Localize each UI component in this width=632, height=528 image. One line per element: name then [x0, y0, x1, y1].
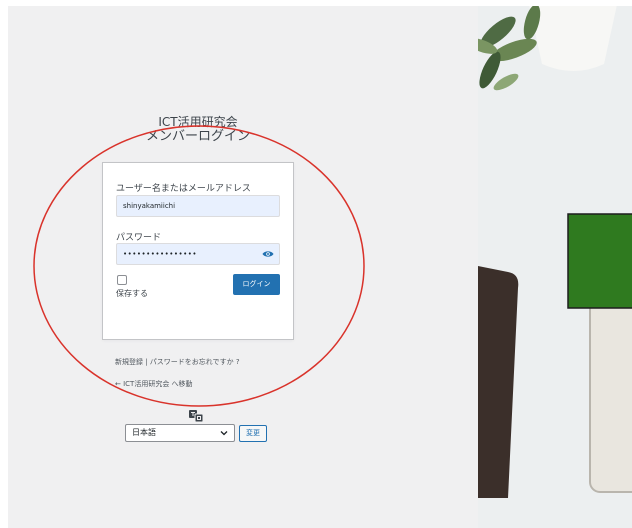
chevron-down-icon — [220, 431, 228, 436]
page-title: メンバーログイン — [145, 129, 250, 144]
remember-me-checkbox[interactable] — [117, 275, 127, 285]
register-lost-password-links[interactable]: 新規登録 | パスワードをお忘れですか ? — [115, 357, 240, 367]
remember-me-label: 保存する — [116, 289, 148, 298]
password-input[interactable] — [116, 243, 280, 265]
change-language-button[interactable]: 変更 — [239, 425, 267, 442]
site-title: ICT活用研究会 — [158, 115, 238, 129]
login-button[interactable]: ログイン — [233, 274, 280, 295]
eye-icon — [262, 251, 274, 257]
background-photo — [478, 6, 632, 528]
password-label: パスワード — [116, 233, 162, 243]
login-page-panel: ICT活用研究会 メンバーログイン ユーザー名またはメールアドレス パスワード … — [8, 6, 478, 528]
language-selected-value: 日本語 — [132, 428, 156, 437]
show-password-button[interactable] — [260, 247, 276, 261]
login-form: ユーザー名またはメールアドレス パスワード 保存する ログイン — [102, 162, 294, 340]
desk-photo-illustration — [478, 6, 632, 528]
back-to-site-link[interactable]: ← ICT活用研究会 へ移動 — [115, 379, 193, 389]
language-select[interactable]: 日本語 — [125, 424, 235, 442]
username-label: ユーザー名またはメールアドレス — [116, 184, 251, 194]
username-input[interactable] — [116, 195, 280, 217]
translate-icon — [189, 410, 203, 422]
